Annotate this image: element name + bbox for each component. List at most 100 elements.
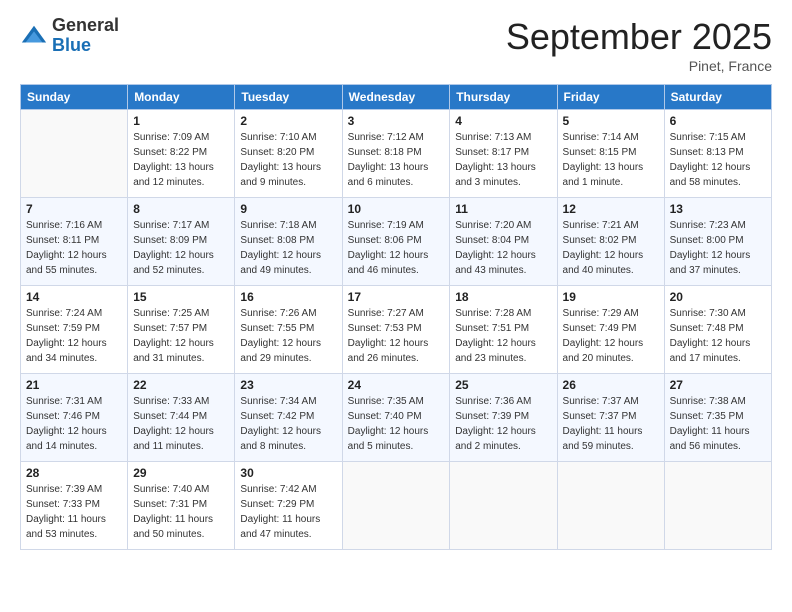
- day-info: Sunrise: 7:38 AMSunset: 7:35 PMDaylight:…: [670, 394, 766, 454]
- day-info: Sunrise: 7:16 AMSunset: 8:11 PMDaylight:…: [26, 218, 122, 278]
- day-number: 22: [133, 378, 229, 392]
- calendar-cell: 16Sunrise: 7:26 AMSunset: 7:55 PMDayligh…: [235, 286, 342, 374]
- calendar-cell: 14Sunrise: 7:24 AMSunset: 7:59 PMDayligh…: [21, 286, 128, 374]
- day-number: 20: [670, 290, 766, 304]
- day-info: Sunrise: 7:19 AMSunset: 8:06 PMDaylight:…: [348, 218, 445, 278]
- location: Pinet, France: [506, 58, 772, 74]
- day-info: Sunrise: 7:42 AMSunset: 7:29 PMDaylight:…: [240, 482, 336, 542]
- day-number: 29: [133, 466, 229, 480]
- calendar-cell: 3 Sunrise: 7:12 AMSunset: 8:18 PMDaylight…: [342, 110, 450, 198]
- day-number: 19: [563, 290, 659, 304]
- day-info: Sunrise: 7:26 AMSunset: 7:55 PMDaylight:…: [240, 306, 336, 366]
- day-number: 17: [348, 290, 445, 304]
- day-number: 18: [455, 290, 551, 304]
- calendar-week-4: 21Sunrise: 7:31 AMSunset: 7:46 PMDayligh…: [21, 374, 772, 462]
- calendar-cell: 26 Sunrise: 7:37 AMSunset: 7:37 PMDayligh…: [557, 374, 664, 462]
- day-number: 9: [240, 202, 336, 216]
- logo-blue: Blue: [52, 36, 119, 56]
- day-info: Sunrise: 7:33 AMSunset: 7:44 PMDaylight:…: [133, 394, 229, 454]
- day-info: Sunrise: 7:36 AMSunset: 7:39 PMDaylight:…: [455, 394, 551, 454]
- calendar-cell: 18 Sunrise: 7:28 AMSunset: 7:51 PMDayligh…: [450, 286, 557, 374]
- calendar-cell: 28Sunrise: 7:39 AMSunset: 7:33 PMDayligh…: [21, 462, 128, 550]
- col-sunday: Sunday: [21, 85, 128, 110]
- calendar-cell: 2 Sunrise: 7:10 AMSunset: 8:20 PMDaylight…: [235, 110, 342, 198]
- calendar-cell: 6 Sunrise: 7:15 AMSunset: 8:13 PMDaylight…: [664, 110, 771, 198]
- header: General Blue September 2025 Pinet, Franc…: [20, 16, 772, 74]
- calendar-cell: [450, 462, 557, 550]
- day-number: 7: [26, 202, 122, 216]
- calendar-cell: [21, 110, 128, 198]
- calendar-week-2: 7 Sunrise: 7:16 AMSunset: 8:11 PMDaylight…: [21, 198, 772, 286]
- calendar-cell: 21Sunrise: 7:31 AMSunset: 7:46 PMDayligh…: [21, 374, 128, 462]
- calendar-cell: 27 Sunrise: 7:38 AMSunset: 7:35 PMDayligh…: [664, 374, 771, 462]
- day-info: Sunrise: 7:35 AMSunset: 7:40 PMDaylight:…: [348, 394, 445, 454]
- calendar-cell: 29 Sunrise: 7:40 AMSunset: 7:31 PMDayligh…: [128, 462, 235, 550]
- calendar-cell: 9 Sunrise: 7:18 AMSunset: 8:08 PMDaylight…: [235, 198, 342, 286]
- day-number: 24: [348, 378, 445, 392]
- col-friday: Friday: [557, 85, 664, 110]
- day-info: Sunrise: 7:15 AMSunset: 8:13 PMDaylight:…: [670, 130, 766, 190]
- calendar-cell: 11Sunrise: 7:20 AMSunset: 8:04 PMDayligh…: [450, 198, 557, 286]
- day-number: 8: [133, 202, 229, 216]
- day-info: Sunrise: 7:29 AMSunset: 7:49 PMDaylight:…: [563, 306, 659, 366]
- calendar-cell: 8 Sunrise: 7:17 AMSunset: 8:09 PMDaylight…: [128, 198, 235, 286]
- col-saturday: Saturday: [664, 85, 771, 110]
- day-info: Sunrise: 7:17 AMSunset: 8:09 PMDaylight:…: [133, 218, 229, 278]
- day-info: Sunrise: 7:40 AMSunset: 7:31 PMDaylight:…: [133, 482, 229, 542]
- calendar-cell: [557, 462, 664, 550]
- day-number: 11: [455, 202, 551, 216]
- day-info: Sunrise: 7:21 AMSunset: 8:02 PMDaylight:…: [563, 218, 659, 278]
- day-number: 14: [26, 290, 122, 304]
- day-info: Sunrise: 7:37 AMSunset: 7:37 PMDaylight:…: [563, 394, 659, 454]
- col-wednesday: Wednesday: [342, 85, 450, 110]
- day-number: 2: [240, 114, 336, 128]
- day-number: 28: [26, 466, 122, 480]
- calendar-cell: 13 Sunrise: 7:23 AMSunset: 8:00 PMDayligh…: [664, 198, 771, 286]
- col-monday: Monday: [128, 85, 235, 110]
- day-info: Sunrise: 7:34 AMSunset: 7:42 PMDaylight:…: [240, 394, 336, 454]
- day-info: Sunrise: 7:23 AMSunset: 8:00 PMDaylight:…: [670, 218, 766, 278]
- calendar-cell: 7 Sunrise: 7:16 AMSunset: 8:11 PMDaylight…: [21, 198, 128, 286]
- calendar-cell: 17 Sunrise: 7:27 AMSunset: 7:53 PMDayligh…: [342, 286, 450, 374]
- calendar-cell: 24 Sunrise: 7:35 AMSunset: 7:40 PMDayligh…: [342, 374, 450, 462]
- calendar-cell: 5Sunrise: 7:14 AMSunset: 8:15 PMDaylight…: [557, 110, 664, 198]
- day-number: 3: [348, 114, 445, 128]
- day-number: 13: [670, 202, 766, 216]
- day-info: Sunrise: 7:12 AMSunset: 8:18 PMDaylight:…: [348, 130, 445, 190]
- calendar-cell: [664, 462, 771, 550]
- calendar-cell: 25 Sunrise: 7:36 AMSunset: 7:39 PMDayligh…: [450, 374, 557, 462]
- day-info: Sunrise: 7:09 AMSunset: 8:22 PMDaylight:…: [133, 130, 229, 190]
- calendar-week-1: 1 Sunrise: 7:09 AMSunset: 8:22 PMDaylight…: [21, 110, 772, 198]
- calendar-header-row: Sunday Monday Tuesday Wednesday Thursday…: [21, 85, 772, 110]
- logo: General Blue: [20, 16, 119, 56]
- day-info: Sunrise: 7:18 AMSunset: 8:08 PMDaylight:…: [240, 218, 336, 278]
- page: General Blue September 2025 Pinet, Franc…: [0, 0, 792, 612]
- calendar-cell: 20Sunrise: 7:30 AMSunset: 7:48 PMDayligh…: [664, 286, 771, 374]
- day-info: Sunrise: 7:13 AMSunset: 8:17 PMDaylight:…: [455, 130, 551, 190]
- day-number: 6: [670, 114, 766, 128]
- month-title: September 2025: [506, 16, 772, 58]
- calendar-table: Sunday Monday Tuesday Wednesday Thursday…: [20, 84, 772, 550]
- logo-general: General: [52, 16, 119, 36]
- calendar-cell: 10 Sunrise: 7:19 AMSunset: 8:06 PMDayligh…: [342, 198, 450, 286]
- calendar-cell: 23Sunrise: 7:34 AMSunset: 7:42 PMDayligh…: [235, 374, 342, 462]
- calendar-week-5: 28Sunrise: 7:39 AMSunset: 7:33 PMDayligh…: [21, 462, 772, 550]
- day-number: 12: [563, 202, 659, 216]
- day-number: 1: [133, 114, 229, 128]
- day-info: Sunrise: 7:28 AMSunset: 7:51 PMDaylight:…: [455, 306, 551, 366]
- day-number: 27: [670, 378, 766, 392]
- calendar-cell: 19 Sunrise: 7:29 AMSunset: 7:49 PMDayligh…: [557, 286, 664, 374]
- day-number: 25: [455, 378, 551, 392]
- calendar-cell: 22 Sunrise: 7:33 AMSunset: 7:44 PMDayligh…: [128, 374, 235, 462]
- logo-text: General Blue: [52, 16, 119, 56]
- day-info: Sunrise: 7:27 AMSunset: 7:53 PMDaylight:…: [348, 306, 445, 366]
- day-number: 5: [563, 114, 659, 128]
- day-info: Sunrise: 7:10 AMSunset: 8:20 PMDaylight:…: [240, 130, 336, 190]
- calendar-cell: 1 Sunrise: 7:09 AMSunset: 8:22 PMDaylight…: [128, 110, 235, 198]
- logo-icon: [20, 22, 48, 50]
- calendar-cell: 15Sunrise: 7:25 AMSunset: 7:57 PMDayligh…: [128, 286, 235, 374]
- calendar-cell: 4Sunrise: 7:13 AMSunset: 8:17 PMDaylight…: [450, 110, 557, 198]
- day-number: 26: [563, 378, 659, 392]
- day-number: 10: [348, 202, 445, 216]
- calendar-cell: 12 Sunrise: 7:21 AMSunset: 8:02 PMDayligh…: [557, 198, 664, 286]
